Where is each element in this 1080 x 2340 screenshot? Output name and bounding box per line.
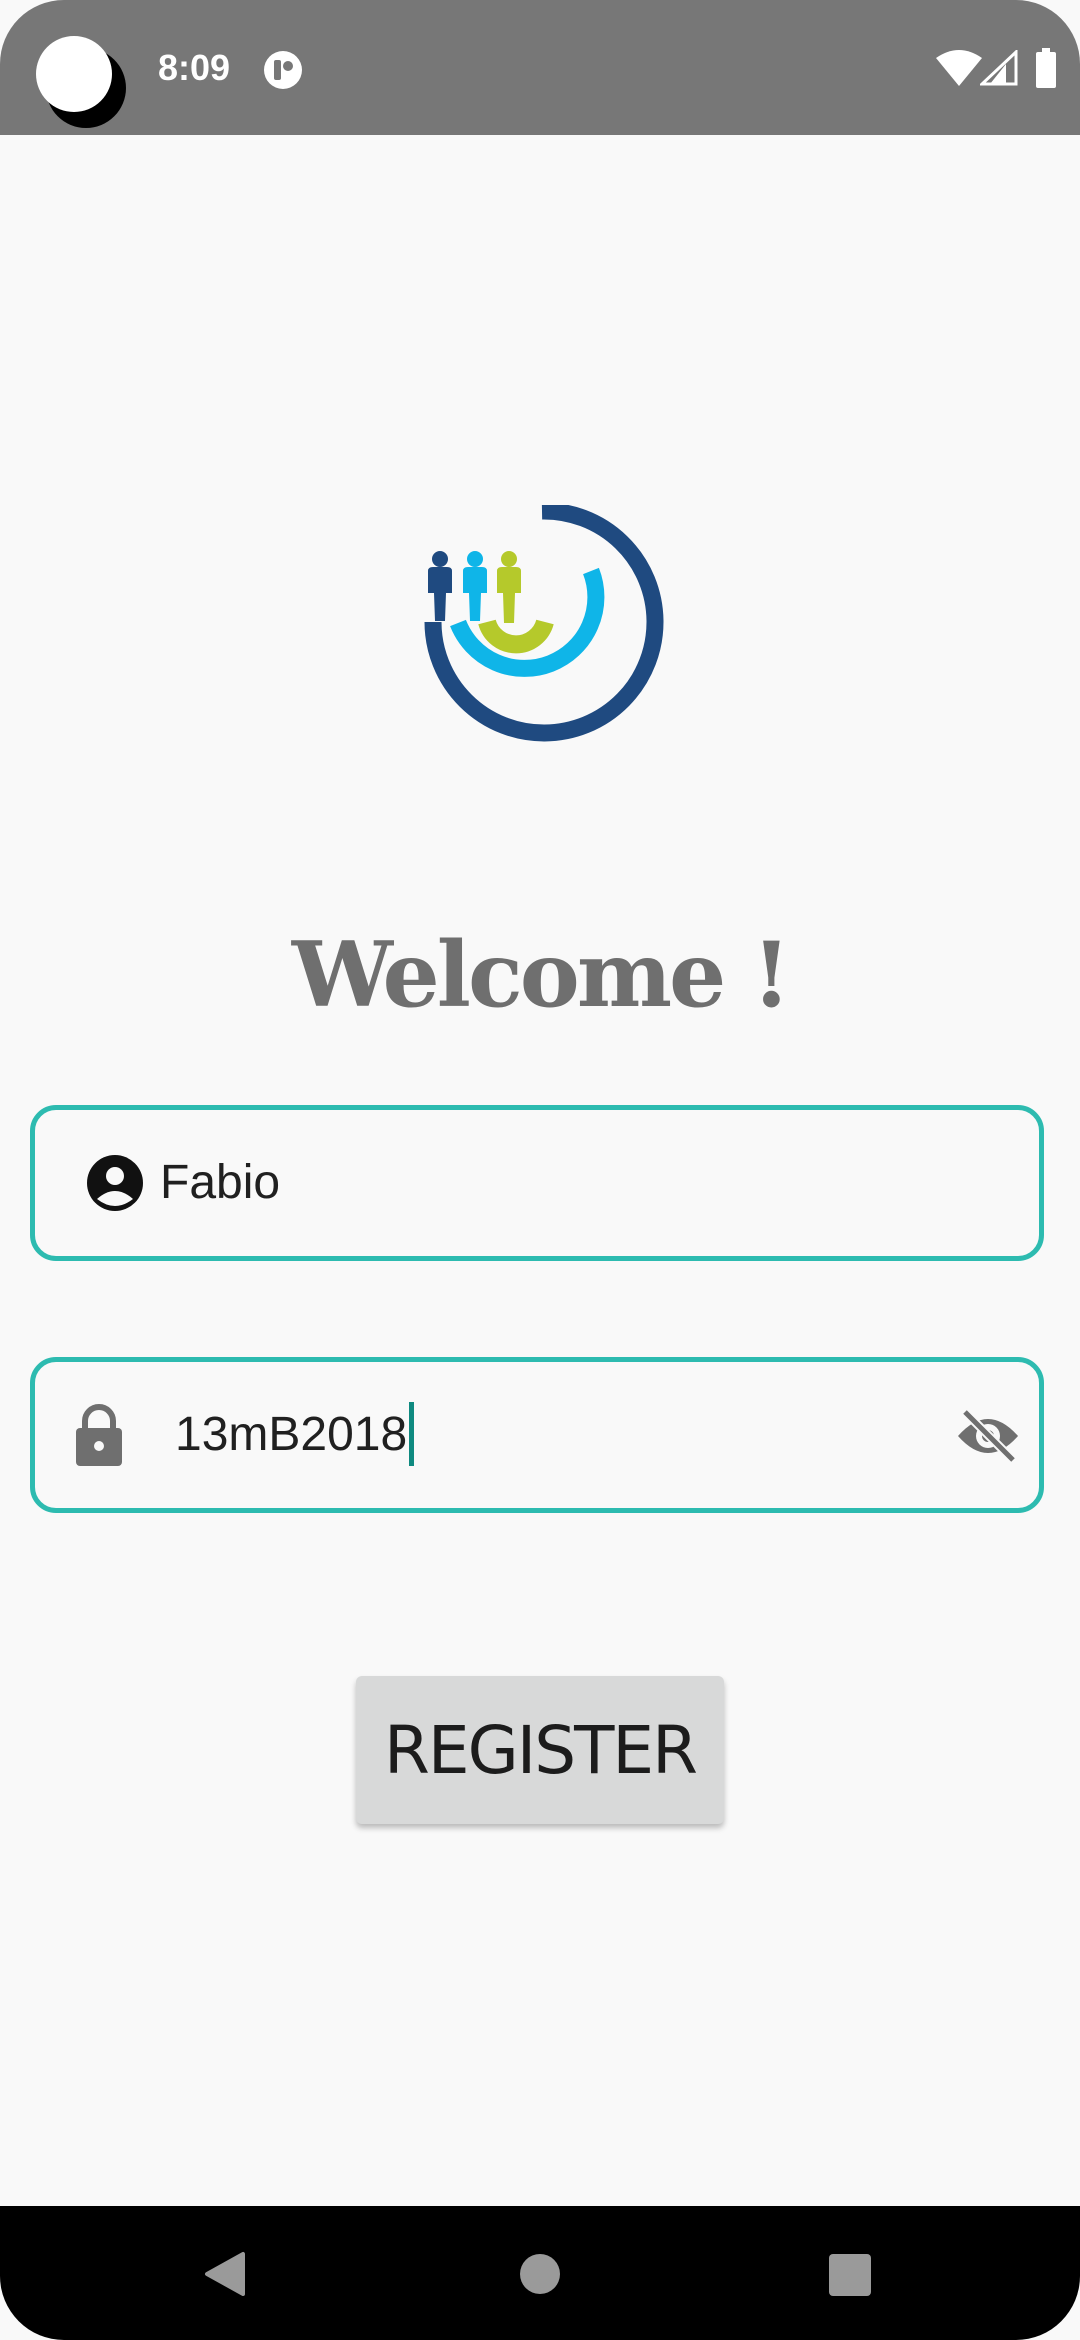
- battery-icon: [1036, 48, 1056, 88]
- wifi-icon: [936, 50, 982, 86]
- home-icon[interactable]: [520, 2254, 560, 2294]
- welcome-title: Welcome !: [291, 922, 791, 1028]
- camera-cutout-icon: [36, 36, 126, 128]
- navigation-bar: [0, 2206, 1080, 2340]
- password-field[interactable]: 13mB2018: [30, 1357, 1044, 1513]
- register-button[interactable]: REGISTER: [356, 1676, 724, 1824]
- username-field[interactable]: Fabio: [30, 1105, 1044, 1261]
- back-icon[interactable]: [203, 2250, 247, 2298]
- password-value-wrapper[interactable]: 13mB2018: [175, 1362, 415, 1508]
- visibility-off-icon[interactable]: [955, 1408, 1021, 1464]
- app-logo-icon: [424, 505, 664, 742]
- person-icon: [87, 1155, 143, 1211]
- status-time: 8:09: [158, 47, 231, 88]
- password-value: 13mB2018: [175, 1408, 408, 1461]
- app-notification-icon: [264, 51, 302, 89]
- text-cursor: [409, 1402, 415, 1467]
- signal-icon: [980, 50, 1018, 86]
- status-bar: 8:09: [0, 0, 1080, 135]
- recents-icon[interactable]: [829, 2254, 871, 2296]
- lock-icon: [76, 1404, 122, 1466]
- username-value[interactable]: Fabio: [160, 1110, 280, 1256]
